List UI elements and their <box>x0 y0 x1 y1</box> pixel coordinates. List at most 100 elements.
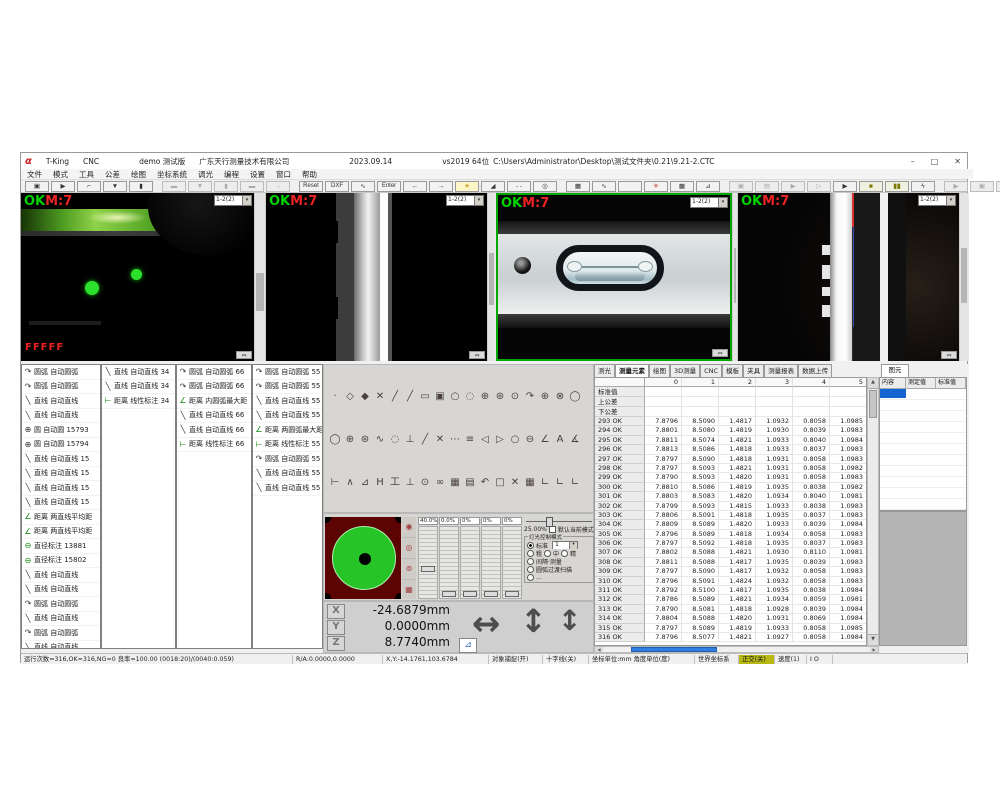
palette-tool-0-14-icon[interactable]: ⊕ <box>538 390 552 404</box>
menu-item-4[interactable]: 绘图 <box>131 169 146 180</box>
table-row[interactable]: 314 OK7.88048.50881.48201.09310.80691.09… <box>595 614 866 623</box>
element-row[interactable] <box>880 400 966 411</box>
camera4-zoom-select[interactable]: 1-2(2)▾ <box>918 195 956 206</box>
palette-tool-0-11-icon[interactable]: ⊛ <box>493 390 507 404</box>
dither-button[interactable]: ▩ <box>670 181 694 192</box>
element-row[interactable] <box>880 389 966 400</box>
angle-jog-button[interactable]: ⊿ <box>459 638 477 653</box>
slider-thumb[interactable] <box>442 591 456 597</box>
arrow-left-button[interactable]: ← <box>403 181 427 192</box>
palette-tool-1-2-icon[interactable]: ⊛ <box>358 433 372 447</box>
play-2-button[interactable]: ▶ <box>944 181 968 192</box>
pillar-down-button[interactable]: ▮ <box>214 181 238 192</box>
feature-item[interactable]: ╲直线 自动直线 <box>22 394 100 409</box>
table-row[interactable]: 294 OK7.88018.50801.48191.09300.80391.09… <box>595 426 866 435</box>
palette-tool-1-8-icon[interactable]: ⋯ <box>448 433 462 447</box>
table-row[interactable]: 303 OK7.88068.50911.48181.09350.80371.09… <box>595 511 866 520</box>
palette-tool-1-14-icon[interactable]: ∠ <box>538 433 552 447</box>
feature-item[interactable]: ↷圆弧 自动圆弧 55 <box>253 452 322 467</box>
play-button[interactable]: ▷ <box>807 181 831 192</box>
probe-down-button[interactable]: ▼ <box>188 181 212 192</box>
zoom-slider-thumb[interactable] <box>546 517 553 527</box>
block-button[interactable]: ▬ <box>162 181 186 192</box>
table-row[interactable]: 299 OK7.87908.50931.48201.09310.80581.09… <box>595 473 866 482</box>
camera3-resize-grip[interactable]: ⇔ <box>712 349 728 357</box>
palette-tool-2-15-icon[interactable]: ∟ <box>553 476 567 490</box>
slider-track[interactable] <box>481 526 501 599</box>
minimize-button[interactable]: – <box>911 157 915 166</box>
menu-item-0[interactable]: 文件 <box>27 169 42 180</box>
feature-item[interactable]: ╲直线 自动直线 <box>22 583 100 598</box>
palette-tool-0-4-icon[interactable]: ╱ <box>388 390 402 404</box>
slider-track[interactable] <box>439 526 459 599</box>
camera4-scroll-thumb[interactable] <box>961 248 967 303</box>
element-row[interactable] <box>880 433 966 444</box>
chart-button[interactable]: ⊿ <box>696 181 720 192</box>
feature-item[interactable]: ↷圆弧 自动圆弧 <box>22 626 100 641</box>
chevron-down-icon[interactable]: ▾ <box>718 198 727 207</box>
print-button[interactable]: ▤ <box>996 181 1000 192</box>
palette-tool-1-13-icon[interactable]: ⊖ <box>523 433 537 447</box>
table-row[interactable]: 316 OK7.87968.50771.48211.09270.80581.09… <box>595 633 866 642</box>
camera-view-2[interactable]: OKM:7 1-2(2)▾ ⇔ <box>266 193 495 361</box>
open-program-button[interactable]: ▶ <box>781 181 805 192</box>
table-row[interactable]: 301 OK7.88038.50831.48201.09340.80401.09… <box>595 492 866 501</box>
measure-line-button[interactable]: ⌐ <box>77 181 101 192</box>
palette-tool-0-15-icon[interactable]: ⊗ <box>553 390 567 404</box>
feature-item[interactable]: ╲直线 自动直线 15 <box>22 496 100 511</box>
tab-3[interactable]: 3D测量 <box>670 364 700 377</box>
magnifier-button[interactable]: ◎ <box>533 181 557 192</box>
tab-0[interactable]: 测光 <box>594 364 615 377</box>
feature-item[interactable]: ⊖直径标注 13881 <box>22 539 100 554</box>
table-row[interactable]: 310 OK7.87968.50911.48241.09320.80581.09… <box>595 577 866 586</box>
feature-item[interactable]: ∠距离 内圆弧最大距 <box>177 394 251 409</box>
palette-tool-2-11-icon[interactable]: □ <box>493 476 507 490</box>
feature-item[interactable]: ⊢距离 线性标注 55 <box>253 438 322 453</box>
table-row[interactable]: 306 OK7.87978.50921.48181.09350.80371.09… <box>595 539 866 548</box>
camera4-resize-grip[interactable]: ⇔ <box>941 351 957 359</box>
palette-tool-2-2-icon[interactable]: ⊿ <box>358 476 372 490</box>
dxf-button[interactable]: DXF <box>325 181 349 192</box>
element-row[interactable] <box>880 422 966 433</box>
scroll-down-icon[interactable]: ▼ <box>868 634 878 645</box>
palette-tool-0-0-icon[interactable]: · <box>328 390 342 404</box>
camera3-scroll-thumb[interactable] <box>734 248 736 303</box>
feature-item[interactable]: ╲直线 自动直线 55 <box>253 409 322 424</box>
slider-track[interactable] <box>418 526 438 599</box>
save-2-button[interactable]: ▣ <box>970 181 994 192</box>
ring-mode-1-icon[interactable]: ◎ <box>402 538 416 559</box>
wave-button[interactable]: ∿ <box>351 181 375 192</box>
tab-7[interactable]: 测量报表 <box>764 364 798 377</box>
feature-item[interactable]: ↷圆弧 自动圆弧 55 <box>253 380 322 395</box>
tab-8[interactable]: 数据上传 <box>798 364 832 377</box>
element-row[interactable] <box>880 477 966 488</box>
tab-2[interactable]: 绘图 <box>649 364 670 377</box>
level-radio-0[interactable] <box>527 550 534 557</box>
palette-tool-2-12-icon[interactable]: ✕ <box>508 476 522 490</box>
slider-thumb[interactable] <box>505 591 519 597</box>
open-image-button[interactable]: ▶ <box>51 181 75 192</box>
camera1-zoom-select[interactable]: 1-2(2)▾ <box>214 195 252 206</box>
camera2-scrollbar[interactable] <box>487 193 495 361</box>
camera-view-3-selected[interactable]: OKM:7 1-2(2)▾ ⇔ <box>496 193 732 361</box>
camera-view-4[interactable]: OKM:7 1-2(2)▾ ⇔ <box>738 193 968 361</box>
table-row[interactable]: 300 OK7.88108.50861.48191.09350.80381.09… <box>595 483 866 492</box>
palette-tool-2-6-icon[interactable]: ⊙ <box>418 476 432 490</box>
camera1-resize-grip[interactable]: ⇔ <box>236 351 252 359</box>
light-bulb-button[interactable]: ☀ <box>455 181 479 192</box>
feature-item[interactable]: ↷圆弧 自动圆弧 66 <box>177 365 251 380</box>
feature-item[interactable]: ╲直线 自动直线 55 <box>253 481 322 496</box>
feature-item[interactable]: ╲直线 自动直线 <box>22 641 100 650</box>
star-button[interactable]: ✳ <box>644 181 668 192</box>
close-button[interactable]: ✕ <box>954 157 961 166</box>
ring-mode-2-icon[interactable]: ⊚ <box>402 559 416 580</box>
table-horizontal-scrollbar[interactable]: ◀ ▶ <box>594 646 879 653</box>
menu-item-9[interactable]: 窗口 <box>276 169 291 180</box>
step-button[interactable]: → <box>266 181 290 192</box>
palette-tool-2-3-icon[interactable]: H <box>373 476 387 490</box>
menu-item-7[interactable]: 编程 <box>224 169 239 180</box>
slider-thumb[interactable] <box>463 591 477 597</box>
element-row[interactable] <box>880 488 966 499</box>
palette-tool-2-10-icon[interactable]: ↶ <box>478 476 492 490</box>
palette-tool-1-0-icon[interactable]: ◯ <box>328 433 342 447</box>
